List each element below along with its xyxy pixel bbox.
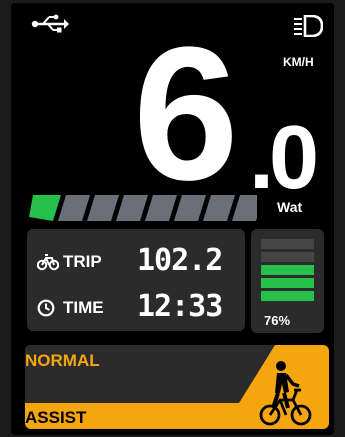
power-segment — [203, 195, 235, 221]
power-segment — [116, 195, 148, 221]
device-frame: KM/H 6 . 0 Wat TRIP 102.2 TIME 12:33 76% — [0, 0, 345, 437]
headlight-icon — [294, 15, 323, 37]
speed-value-decimal: 0 — [269, 108, 320, 208]
battery-segment — [261, 252, 314, 262]
battery-segment — [261, 265, 314, 275]
time-value: 12:33 — [137, 289, 223, 324]
trip-label: TRIP — [63, 252, 102, 271]
time-label: TIME — [63, 298, 104, 317]
power-segment — [174, 195, 206, 221]
mode-normal-label[interactable]: NORMAL — [25, 351, 100, 371]
walk-assist-icon[interactable] — [259, 360, 313, 426]
power-segment — [29, 195, 61, 221]
trip-value: 102.2 — [137, 243, 223, 278]
clock-icon — [37, 299, 55, 317]
power-level-bar — [29, 195, 257, 221]
power-segment — [58, 195, 90, 221]
speed-value-integer: 6 — [133, 8, 239, 220]
battery-segment — [261, 291, 314, 301]
battery-segment — [261, 239, 314, 249]
bicycle-icon — [37, 254, 59, 271]
power-segment — [145, 195, 177, 221]
mode-assist-label[interactable]: ASSIST — [25, 408, 86, 428]
usb-icon — [31, 14, 69, 33]
power-unit-label: Wat — [277, 199, 303, 215]
battery-level-indicator — [261, 239, 314, 301]
power-segment — [87, 195, 119, 221]
speed-unit-label: KM/H — [283, 55, 314, 69]
battery-percent: 76% — [264, 313, 291, 328]
power-segment — [232, 195, 257, 221]
display-screen: KM/H 6 . 0 Wat TRIP 102.2 TIME 12:33 76% — [11, 3, 334, 435]
battery-segment — [261, 278, 314, 288]
